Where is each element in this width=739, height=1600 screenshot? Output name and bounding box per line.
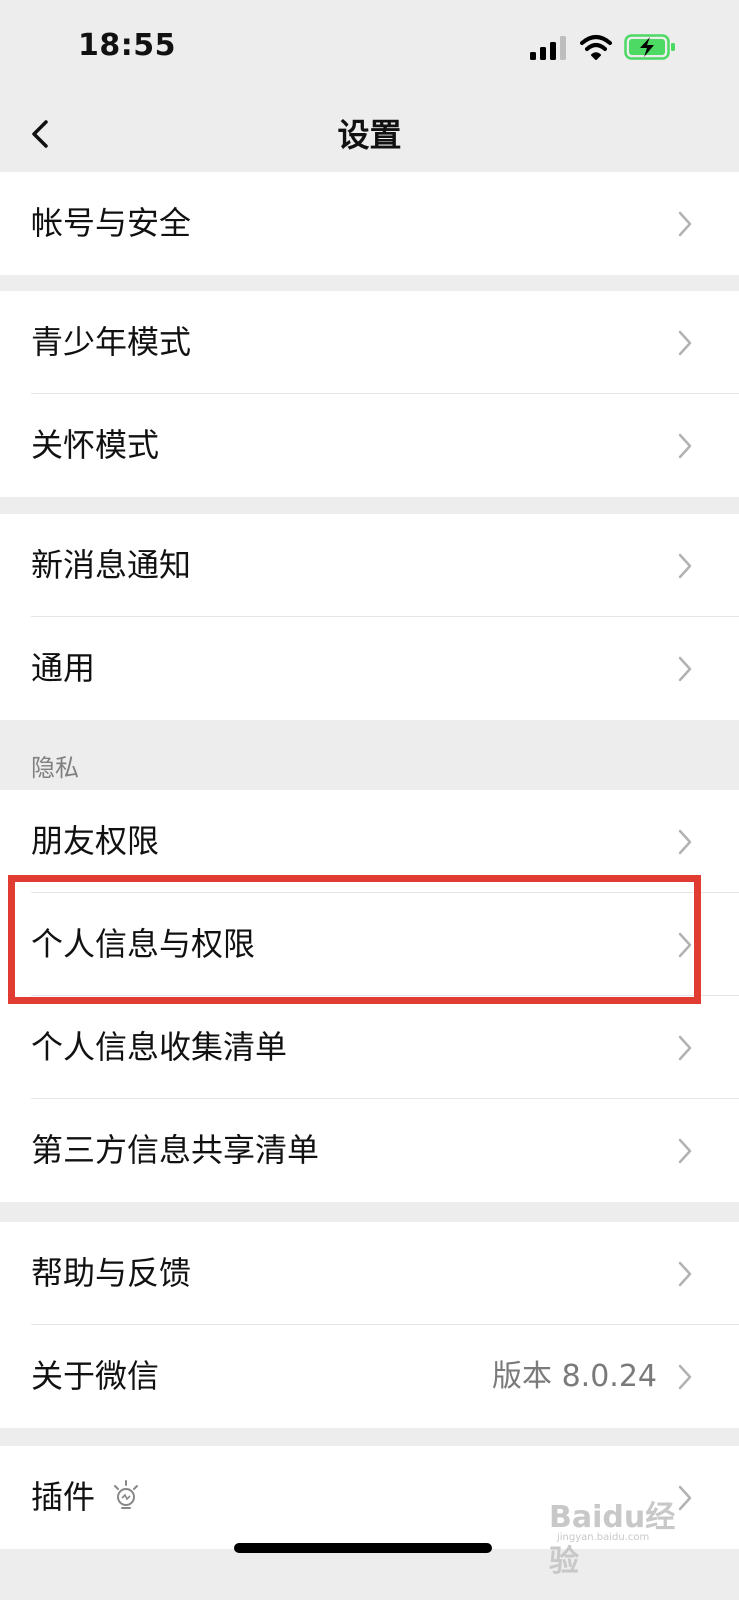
baidu-watermark: Baidu经验 jingyan.baidu.com <box>549 1492 699 1579</box>
row-label: 新消息通知 <box>31 546 192 584</box>
chevron-right-icon <box>678 1261 692 1287</box>
settings-row-personal-info-collection-list[interactable]: 个人信息收集清单 <box>0 996 739 1099</box>
status-time: 18:55 <box>78 28 176 63</box>
settings-group-help-about: 帮助与反馈 关于微信 版本 8.0.24 <box>0 1222 739 1428</box>
row-label: 插件 <box>31 1478 96 1516</box>
cellular-signal-icon <box>530 36 566 60</box>
watermark-subtext: jingyan.baidu.com <box>557 1532 650 1543</box>
row-label: 个人信息与权限 <box>31 925 256 963</box>
status-bar: 18:55 <box>0 0 739 96</box>
row-label: 帐号与安全 <box>31 204 192 242</box>
chevron-right-icon <box>678 433 692 459</box>
settings-row-teen-mode[interactable]: 青少年模式 <box>0 291 739 394</box>
settings-row-about-wechat[interactable]: 关于微信 版本 8.0.24 <box>0 1325 739 1428</box>
row-label: 青少年模式 <box>31 323 192 361</box>
settings-group-account: 帐号与安全 <box>0 172 739 275</box>
row-label: 朋友权限 <box>31 822 160 860</box>
chevron-right-icon <box>678 932 692 958</box>
chevron-right-icon <box>678 1364 692 1390</box>
row-label: 个人信息收集清单 <box>31 1028 288 1066</box>
settings-group-modes: 青少年模式 关怀模式 <box>0 291 739 497</box>
chevron-right-icon <box>678 211 692 237</box>
chevron-right-icon <box>678 330 692 356</box>
row-label: 通用 <box>31 649 96 687</box>
section-header-privacy: 隐私 <box>31 754 79 782</box>
settings-row-new-message-notification[interactable]: 新消息通知 <box>0 514 739 617</box>
settings-row-personal-info-permissions[interactable]: 个人信息与权限 <box>0 893 739 996</box>
page-title: 设置 <box>337 116 402 154</box>
nav-bar: 设置 <box>0 96 739 172</box>
settings-row-third-party-sharing-list[interactable]: 第三方信息共享清单 <box>0 1099 739 1202</box>
lightbulb-icon <box>114 1480 138 1509</box>
settings-group-privacy: 朋友权限 个人信息与权限 个人信息收集清单 第三方信息共享清单 <box>0 790 739 1202</box>
row-label: 第三方信息共享清单 <box>31 1131 320 1169</box>
row-label: 关怀模式 <box>31 426 160 464</box>
version-value: 版本 8.0.24 <box>492 1359 657 1394</box>
settings-group-notifications: 新消息通知 通用 <box>0 514 739 720</box>
settings-row-care-mode[interactable]: 关怀模式 <box>0 394 739 497</box>
settings-row-help-feedback[interactable]: 帮助与反馈 <box>0 1222 739 1325</box>
battery-charging-icon <box>624 34 675 60</box>
chevron-right-icon <box>678 829 692 855</box>
chevron-right-icon <box>678 1035 692 1061</box>
chevron-right-icon <box>678 553 692 579</box>
chevron-right-icon <box>678 656 692 682</box>
row-label: 帮助与反馈 <box>31 1254 192 1292</box>
wifi-icon <box>580 35 612 60</box>
home-indicator[interactable] <box>234 1543 492 1553</box>
settings-row-general[interactable]: 通用 <box>0 617 739 720</box>
settings-row-friend-permissions[interactable]: 朋友权限 <box>0 790 739 893</box>
settings-row-account-security[interactable]: 帐号与安全 <box>0 172 739 275</box>
row-label: 关于微信 <box>31 1357 160 1395</box>
chevron-right-icon <box>678 1138 692 1164</box>
